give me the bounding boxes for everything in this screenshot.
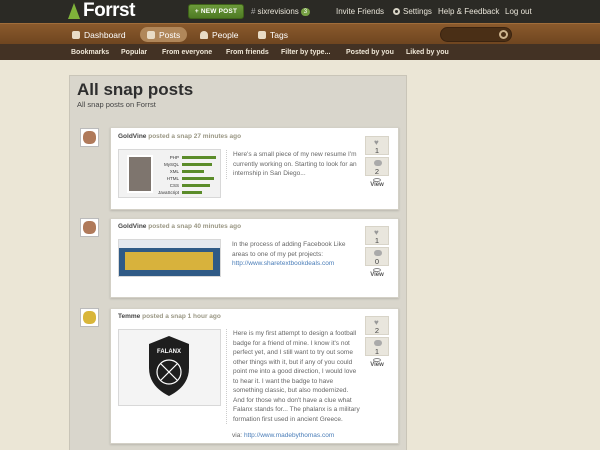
post-description: Here is my first attempt to design a foo… bbox=[226, 329, 360, 424]
skill-label: HTML bbox=[166, 176, 179, 181]
like-button[interactable]: ♥ 1 bbox=[365, 226, 389, 245]
page-subtitle: All snap posts on Forrst bbox=[77, 100, 156, 109]
subnav-popular[interactable]: Popular bbox=[121, 44, 147, 60]
post-meta: GoldVine posted a snap 40 minutes ago bbox=[118, 223, 241, 230]
like-count: 2 bbox=[374, 326, 380, 335]
post-description: Here's a small piece of my new resume I'… bbox=[226, 150, 358, 179]
heart-icon: ♥ bbox=[374, 318, 379, 327]
post-description: In the process of adding Facebook Like a… bbox=[232, 241, 346, 267]
skill-bar bbox=[182, 170, 204, 173]
snap-thumbnail[interactable]: FALANX bbox=[118, 329, 221, 406]
page-title: All snap posts bbox=[77, 80, 194, 99]
search-input[interactable] bbox=[440, 27, 512, 42]
comment-icon bbox=[374, 340, 382, 346]
view-button[interactable]: View bbox=[365, 178, 389, 188]
post-author[interactable]: GoldVine bbox=[118, 223, 146, 230]
comment-button[interactable]: 2 bbox=[365, 157, 389, 176]
post-author[interactable]: GoldVine bbox=[118, 133, 146, 140]
subnav-filter-by-type[interactable]: Filter by type... bbox=[281, 44, 330, 60]
post-link[interactable]: http://www.madebythomas.com bbox=[244, 432, 334, 439]
post-time[interactable]: 1 hour ago bbox=[188, 313, 221, 320]
sub-nav: Bookmarks Popular From everyone From fri… bbox=[0, 44, 600, 60]
skill-bar bbox=[182, 177, 214, 180]
tab-people[interactable]: People bbox=[200, 27, 238, 42]
skill-bar bbox=[182, 156, 216, 159]
post-stats: ♥ 2 1 View bbox=[365, 316, 389, 368]
post-author[interactable]: Temme bbox=[118, 313, 140, 320]
hash-icon: # bbox=[251, 7, 256, 16]
subnav-from-everyone[interactable]: From everyone bbox=[162, 44, 212, 60]
view-button[interactable]: View bbox=[365, 358, 389, 368]
thumb-header bbox=[119, 240, 220, 248]
avatar[interactable] bbox=[80, 218, 99, 237]
subnav-posted-by-you[interactable]: Posted by you bbox=[346, 44, 394, 60]
subnav-liked-by-you[interactable]: Liked by you bbox=[406, 44, 449, 60]
badge-text: FALANX bbox=[157, 349, 181, 355]
tab-dashboard[interactable]: Dashboard bbox=[72, 27, 126, 42]
forrst-logo[interactable]: Forrst bbox=[68, 0, 135, 21]
post-stats: ♥ 1 2 View bbox=[365, 136, 389, 188]
post-link[interactable]: http://www.sharetextbookdeals.com bbox=[232, 260, 334, 267]
resume-photo bbox=[127, 155, 153, 193]
tab-posts[interactable]: Posts bbox=[140, 27, 188, 42]
like-count: 1 bbox=[374, 146, 380, 155]
like-button[interactable]: ♥ 1 bbox=[365, 136, 389, 155]
tag-icon bbox=[258, 30, 266, 39]
like-count: 1 bbox=[374, 236, 380, 245]
pencil-icon bbox=[147, 30, 155, 39]
main-tab-bar: Dashboard Posts People Tags bbox=[0, 23, 600, 44]
like-button[interactable]: ♥ 2 bbox=[365, 316, 389, 335]
post-stats: ♥ 1 0 View bbox=[365, 226, 389, 278]
skill-label: CSS bbox=[169, 183, 179, 188]
comment-icon bbox=[374, 160, 382, 166]
skill-bar bbox=[182, 191, 202, 194]
heart-icon: ♥ bbox=[374, 138, 379, 147]
view-button[interactable]: View bbox=[365, 268, 389, 278]
avatar[interactable] bbox=[80, 128, 99, 147]
comment-count: 2 bbox=[374, 167, 380, 176]
post-meta: Temme posted a snap 1 hour ago bbox=[118, 313, 221, 320]
snap-thumbnail[interactable]: PHP MySQL XML HTML CSS JavaScript bbox=[118, 149, 221, 198]
heart-icon: ♥ bbox=[374, 228, 379, 237]
skill-bar bbox=[182, 184, 210, 187]
skill-label: XML bbox=[169, 169, 179, 174]
comment-button[interactable]: 0 bbox=[365, 247, 389, 266]
tab-tags[interactable]: Tags bbox=[258, 27, 288, 42]
post-verb: posted a snap bbox=[142, 313, 186, 320]
logout-link[interactable]: Log out bbox=[505, 0, 532, 23]
skill-label: JavaScript bbox=[157, 190, 179, 195]
post-time[interactable]: 27 minutes ago bbox=[194, 133, 241, 140]
invite-friends-link[interactable]: Invite Friends bbox=[336, 0, 384, 23]
settings-link[interactable]: Settings bbox=[393, 0, 432, 23]
new-post-button[interactable]: + NEW POST bbox=[188, 4, 244, 19]
post-meta: GoldVine posted a snap 27 minutes ago bbox=[118, 133, 241, 140]
snap-thumbnail[interactable] bbox=[118, 239, 221, 277]
post-time[interactable]: 40 minutes ago bbox=[194, 223, 241, 230]
comment-count: 0 bbox=[374, 257, 380, 266]
post-verb: posted a snap bbox=[148, 133, 192, 140]
comment-button[interactable]: 1 bbox=[365, 337, 389, 356]
help-feedback-link[interactable]: Help & Feedback bbox=[438, 0, 499, 23]
skill-label: PHP bbox=[169, 155, 179, 160]
gear-icon bbox=[393, 8, 400, 15]
avatar[interactable] bbox=[80, 308, 99, 327]
username-link[interactable]: sixrevisions bbox=[257, 7, 298, 16]
user-menu[interactable]: # sixrevisions 3 bbox=[251, 0, 311, 23]
falanx-badge-image: FALANX bbox=[149, 336, 189, 396]
post-verb: posted a snap bbox=[148, 223, 192, 230]
tree-icon bbox=[68, 3, 80, 19]
subnav-bookmarks[interactable]: Bookmarks bbox=[71, 44, 109, 60]
post-via: via: http://www.madebythomas.com bbox=[232, 432, 335, 439]
comment-count: 1 bbox=[374, 347, 380, 356]
comment-icon bbox=[374, 250, 382, 256]
thumb-banner bbox=[125, 252, 213, 270]
person-icon bbox=[200, 30, 208, 39]
dashboard-icon bbox=[72, 30, 80, 39]
subnav-from-friends[interactable]: From friends bbox=[226, 44, 269, 60]
notification-count[interactable]: 3 bbox=[300, 7, 311, 16]
skill-label: MySQL bbox=[163, 162, 179, 167]
top-bar: Forrst + NEW POST # sixrevisions 3 Invit… bbox=[0, 0, 600, 23]
skill-bar bbox=[182, 163, 212, 166]
search-icon[interactable] bbox=[499, 30, 508, 39]
